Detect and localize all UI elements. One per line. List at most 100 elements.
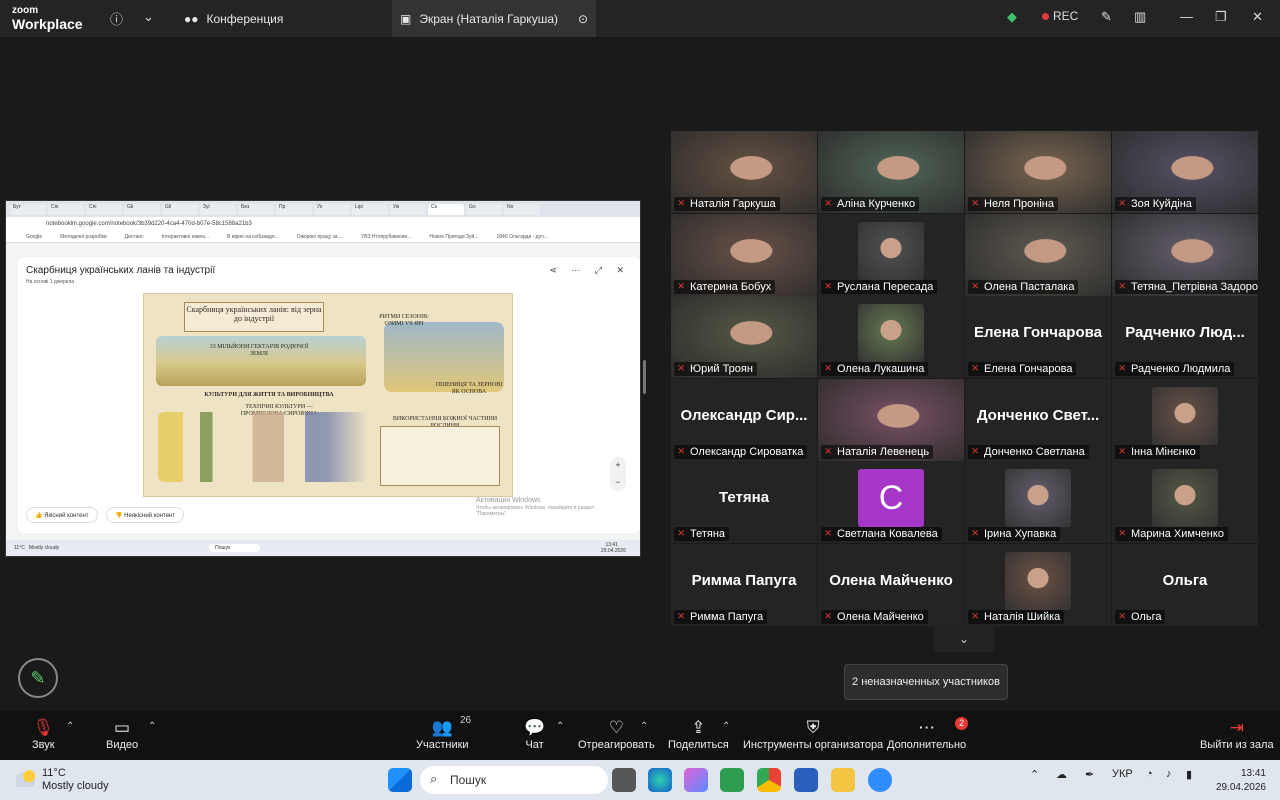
more-icon[interactable]: ⊙	[578, 12, 588, 26]
gallery-next-button[interactable]: ⌄	[934, 626, 994, 652]
participants-button[interactable]: 👥 Участники 26	[416, 715, 471, 751]
react-button[interactable]: ♡ Отреагировать ⌃	[578, 717, 655, 751]
language-indicator[interactable]: УКР	[1112, 768, 1133, 780]
wifi-icon[interactable]: ◔	[1146, 768, 1153, 780]
react-caret-icon[interactable]: ⌃	[640, 721, 648, 732]
participant-tile[interactable]: ⨯ Марина Химченко	[1112, 461, 1258, 543]
participant-tile[interactable]: ⨯ Зоя Куйдіна	[1112, 131, 1258, 213]
meet-icon[interactable]	[720, 768, 744, 792]
pen-icon[interactable]: ✒	[1085, 768, 1094, 781]
chevron-down-icon[interactable]: ⌄	[143, 9, 154, 25]
chat-caret-icon[interactable]: ⌃	[556, 721, 564, 732]
bookmark-item[interactable]: Новое Пригоди Зуй...	[429, 234, 478, 240]
participant-tile[interactable]: Олександр Сир... ⨯ Олександр Сироватка	[671, 378, 817, 461]
annotate-button[interactable]: ✎	[18, 658, 58, 698]
bookmark-item[interactable]: УВЗ Нтопрубавкоин...	[361, 234, 411, 240]
leave-button[interactable]: ⇥ Выйти из зала	[1200, 717, 1274, 751]
participant-name: Аліна Курченко	[837, 198, 916, 210]
participant-tile[interactable]: ⨯ Тетяна_Петрівна Задорожна	[1112, 213, 1258, 296]
more-button[interactable]: ⋯ 2 Дополнительно	[887, 717, 969, 751]
start-icon[interactable]	[388, 768, 412, 792]
bookmark-item[interactable]: Інтерактивні навча...	[162, 234, 210, 240]
participant-tile[interactable]: Олена Майченко ⨯ Олена Майченко	[818, 543, 964, 626]
participant-tile[interactable]: Донченко Свет... ⨯ Донченко Светлана	[965, 378, 1111, 461]
battery-icon[interactable]: ▮	[1186, 768, 1192, 781]
tab-meeting[interactable]: ●● Конференция	[176, 0, 291, 37]
chrome-icon[interactable]	[757, 768, 781, 792]
annotate-icon[interactable]: ✎	[1101, 9, 1112, 25]
taskbar-clock[interactable]: 13:41 29.04.2026	[1216, 767, 1266, 795]
bookmark-item[interactable]: Ожорою працу за ...	[297, 234, 343, 240]
shield-icon[interactable]: ◆	[1007, 9, 1017, 25]
browser-tab[interactable]: Gli	[162, 203, 198, 215]
browser-tab[interactable]: Укі	[390, 203, 426, 215]
video-button[interactable]: ▭ Видео ⌃	[106, 717, 156, 751]
tab-screen-share[interactable]: ▣ Экран (Наталія Гаркуша) ⊙	[392, 0, 596, 37]
share-caret-icon[interactable]: ⌃	[722, 721, 730, 732]
chat-button[interactable]: 💬 Чат ⌃	[524, 717, 564, 751]
participant-tile[interactable]: Елена Гончарова ⨯ Елена Гончарова	[965, 296, 1111, 378]
video-caret-icon[interactable]: ⌃	[148, 721, 156, 732]
share-button[interactable]: ⇪ Поделиться ⌃	[668, 717, 730, 751]
participant-tile[interactable]: ⨯ Олена Пасталака	[965, 213, 1111, 296]
zoom-controls[interactable]: + −	[610, 457, 626, 491]
audio-button[interactable]: 🎙 Звук ⌃	[32, 717, 74, 751]
weather-widget[interactable]: 11°C Mostly cloudy	[16, 767, 109, 793]
bookmark-item[interactable]: Дистанс	[125, 234, 144, 240]
cloud-icon[interactable]: ☁	[1056, 768, 1067, 781]
browser-tab[interactable]: No	[504, 203, 540, 215]
participant-tile[interactable]: ⨯ Руслана Пересада	[818, 213, 964, 296]
browser-tab[interactable]: Ук	[314, 203, 350, 215]
bad-content-button[interactable]: 👎 Неякісний контент	[106, 507, 185, 523]
audio-caret-icon[interactable]: ⌃	[66, 721, 74, 732]
browser-tab[interactable]: Спі	[48, 203, 84, 215]
word-icon[interactable]	[794, 768, 818, 792]
good-content-button[interactable]: 👍 Якісний контент	[26, 507, 98, 523]
participant-tile[interactable]: C ⨯ Светлана Ковалева	[818, 461, 964, 543]
explorer-icon[interactable]	[831, 768, 855, 792]
browser-tab[interactable]: Go	[466, 203, 502, 215]
bookmark-item[interactable]: Методичні розробки	[60, 234, 107, 240]
split-handle[interactable]	[643, 360, 646, 394]
participant-tile[interactable]: ⨯ Ірина Хупавка	[965, 461, 1111, 543]
browser-tab[interactable]: Спі	[86, 203, 122, 215]
bookmark-item[interactable]: Google	[26, 234, 42, 240]
host-tools-button[interactable]: ⛨ Инструменты организатора	[743, 717, 883, 751]
participant-tile[interactable]: ⨯ Катерина Бобух	[671, 213, 817, 296]
info-icon[interactable]: ⓘ	[110, 9, 123, 28]
browser-tab[interactable]: Ск	[428, 203, 464, 215]
minimize-icon[interactable]: —	[1180, 9, 1193, 24]
bookmark-item[interactable]: В вірне на кобізавдя...	[227, 234, 279, 240]
participant-tile[interactable]: Радченко Люд... ⨯ Радченко Людмила	[1112, 296, 1258, 378]
browser-tab[interactable]: Lipi	[352, 203, 388, 215]
participant-tile[interactable]: ⨯ Наталія Шийка	[965, 543, 1111, 626]
participant-tile[interactable]: ⨯ Аліна Курченко	[818, 131, 964, 213]
browser-tab[interactable]: Gli	[124, 203, 160, 215]
bookmark-item[interactable]: 1846 Ольгарди - дуч...	[497, 234, 548, 240]
browser-tab[interactable]: Зуі	[200, 203, 236, 215]
participant-tile[interactable]: ⨯ Наталія Гаркуша	[671, 131, 817, 213]
participant-tile[interactable]: Римма Папуга ⨯ Римма Папуга	[671, 543, 817, 626]
participant-tile[interactable]: ⨯ Інна Мінєнко	[1112, 378, 1258, 461]
recording-indicator[interactable]: REC	[1042, 9, 1078, 23]
edge-icon[interactable]	[648, 768, 672, 792]
tray-chevron-icon[interactable]: ⌃	[1030, 768, 1039, 781]
participant-tile[interactable]: ⨯ Наталія Левенець	[818, 378, 964, 461]
copilot-icon[interactable]	[684, 768, 708, 792]
participant-tile[interactable]: ⨯ Олена Лукашина	[818, 296, 964, 378]
task-view-icon[interactable]	[612, 768, 636, 792]
browser-tab[interactable]: Пр	[276, 203, 312, 215]
taskbar-search[interactable]: ⌕ Пошук	[420, 766, 608, 794]
restore-icon[interactable]: ❐	[1215, 9, 1227, 25]
zoom-taskbar-icon[interactable]	[868, 768, 892, 792]
close-icon[interactable]: ✕	[1252, 9, 1263, 25]
layout-icon[interactable]: ▥	[1134, 9, 1146, 25]
browser-tab[interactable]: Бут	[10, 203, 46, 215]
participant-tile[interactable]: ⨯ Юрий Троян	[671, 296, 817, 378]
participant-tile[interactable]: Ольга ⨯ Ольга	[1112, 543, 1258, 626]
participant-tile[interactable]: Тетяна ⨯ Тетяна	[671, 461, 817, 543]
browser-tab[interactable]: Без	[238, 203, 274, 215]
volume-icon[interactable]: ♪	[1166, 768, 1172, 780]
participant-tile[interactable]: ⨯ Неля Проніна	[965, 131, 1111, 213]
shared-screen[interactable]: Бут Спі Спі Gli Gli Зуі Без Пр Ук Lipi Укі Ск Go No n…	[5, 200, 641, 557]
